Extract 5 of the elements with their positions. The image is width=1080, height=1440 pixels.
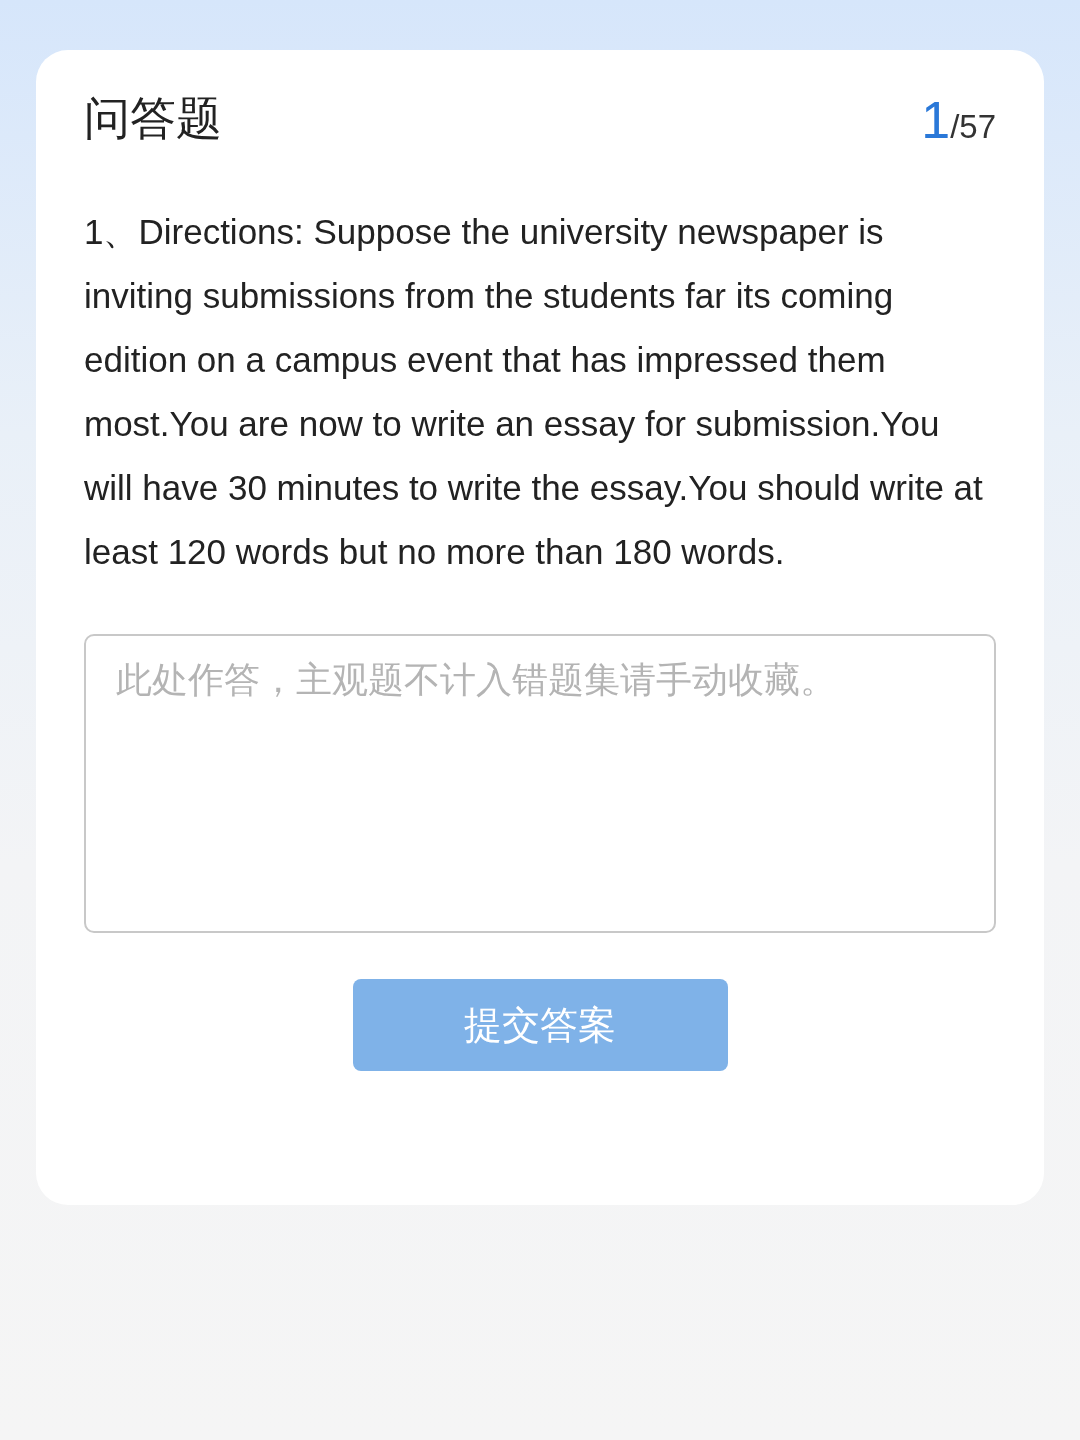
total-question-count: /57 <box>950 108 996 146</box>
question-text: 1、Directions: Suppose the university newspaper is inviting submissions from the students far its coming edition on a campus event that has impressed them most.You are now to write an essay for submission.You will have 30 minutes to write the essay.You should write at least 120 words but no more than 180 words. <box>84 211 984 573</box>
question-type-title: 问答题 <box>84 90 222 147</box>
answer-field[interactable]: 此处作答，主观题不计入错题集请手动收藏。 <box>84 634 996 933</box>
current-question-number: 1 <box>921 92 951 148</box>
